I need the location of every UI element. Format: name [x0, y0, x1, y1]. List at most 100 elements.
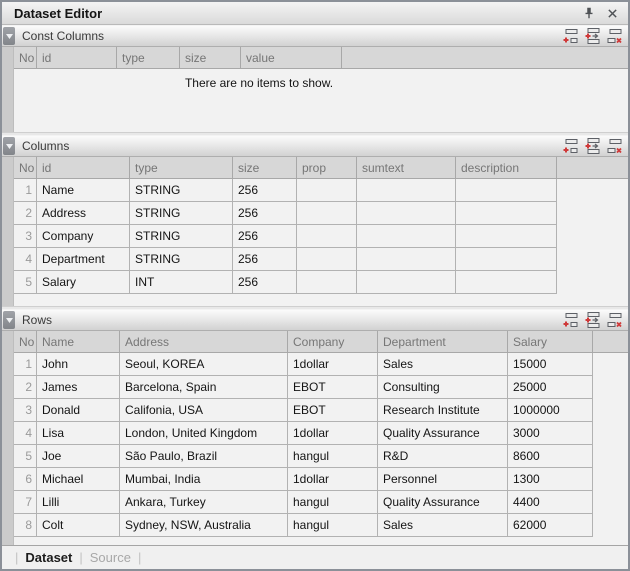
table-cell[interactable]: R&D [378, 445, 508, 468]
table-cell[interactable]: Quality Assurance [378, 422, 508, 445]
table-row[interactable]: 1JohnSeoul, KOREA1dollarSales15000 [14, 353, 628, 376]
table-cell[interactable]: Sales [378, 514, 508, 537]
table-cell[interactable]: hangul [288, 445, 378, 468]
table-cell[interactable]: Sydney, NSW, Australia [120, 514, 288, 537]
table-cell[interactable] [456, 271, 557, 294]
table-cell[interactable]: 15000 [508, 353, 593, 376]
table-row[interactable]: 6MichaelMumbai, India1dollarPersonnel130… [14, 468, 628, 491]
table-row[interactable]: 5JoeSão Paulo, BrazilhangulR&D8600 [14, 445, 628, 468]
table-cell[interactable] [297, 271, 357, 294]
delete-row-button[interactable] [605, 312, 623, 328]
insert-row-button[interactable] [583, 312, 601, 328]
table-cell[interactable] [357, 179, 456, 202]
row-number-cell[interactable]: 8 [14, 514, 37, 537]
table-row[interactable]: 8ColtSydney, NSW, AustraliahangulSales62… [14, 514, 628, 537]
row-number-cell[interactable]: 2 [14, 376, 37, 399]
insert-row-button[interactable] [583, 28, 601, 44]
column-header-id[interactable]: id [37, 157, 130, 179]
table-cell[interactable] [456, 225, 557, 248]
table-cell[interactable]: Consulting [378, 376, 508, 399]
table-cell[interactable]: STRING [130, 179, 233, 202]
row-number-cell[interactable]: 1 [14, 179, 37, 202]
table-cell[interactable]: São Paulo, Brazil [120, 445, 288, 468]
table-row[interactable]: 3CompanySTRING256 [14, 225, 628, 248]
table-row[interactable]: 5SalaryINT256 [14, 271, 628, 294]
table-cell[interactable]: 256 [233, 225, 297, 248]
table-cell[interactable]: 256 [233, 202, 297, 225]
table-cell[interactable] [357, 248, 456, 271]
table-cell[interactable]: Mumbai, India [120, 468, 288, 491]
collapse-section-button[interactable] [3, 311, 15, 329]
table-cell[interactable]: Ankara, Turkey [120, 491, 288, 514]
table-row[interactable]: 4LisaLondon, United Kingdom1dollarQualit… [14, 422, 628, 445]
column-header-type[interactable]: type [117, 47, 180, 69]
column-header-value[interactable]: value [241, 47, 342, 69]
table-row[interactable]: 2JamesBarcelona, SpainEBOTConsulting2500… [14, 376, 628, 399]
column-header-no[interactable]: No [14, 47, 37, 69]
row-number-cell[interactable]: 1 [14, 353, 37, 376]
table-cell[interactable]: 1000000 [508, 399, 593, 422]
row-number-cell[interactable]: 5 [14, 271, 37, 294]
tab-source[interactable]: Source [90, 550, 131, 565]
table-cell[interactable]: Lisa [37, 422, 120, 445]
table-cell[interactable]: 1dollar [288, 353, 378, 376]
column-header-no[interactable]: No [14, 157, 37, 179]
table-cell[interactable]: 25000 [508, 376, 593, 399]
table-cell[interactable]: STRING [130, 225, 233, 248]
table-cell[interactable] [357, 202, 456, 225]
table-cell[interactable]: Seoul, KOREA [120, 353, 288, 376]
row-number-cell[interactable]: 6 [14, 468, 37, 491]
table-cell[interactable] [456, 248, 557, 271]
table-cell[interactable]: 1300 [508, 468, 593, 491]
table-cell[interactable]: 4400 [508, 491, 593, 514]
table-row[interactable]: 2AddressSTRING256 [14, 202, 628, 225]
table-cell[interactable] [357, 271, 456, 294]
table-row[interactable]: 3DonaldCalifonia, USAEBOTResearch Instit… [14, 399, 628, 422]
table-cell[interactable]: Colt [37, 514, 120, 537]
column-header-department[interactable]: Department [378, 331, 508, 353]
pin-button[interactable] [581, 5, 597, 21]
table-cell[interactable] [297, 179, 357, 202]
add-row-button[interactable] [561, 312, 579, 328]
table-cell[interactable]: Salary [37, 271, 130, 294]
table-cell[interactable]: EBOT [288, 376, 378, 399]
table-cell[interactable]: hangul [288, 514, 378, 537]
delete-row-button[interactable] [605, 138, 623, 154]
column-header-salary[interactable]: Salary [508, 331, 593, 353]
table-cell[interactable]: Address [37, 202, 130, 225]
table-cell[interactable] [357, 225, 456, 248]
column-header-name[interactable]: Name [37, 331, 120, 353]
table-cell[interactable]: INT [130, 271, 233, 294]
row-number-cell[interactable]: 7 [14, 491, 37, 514]
add-row-button[interactable] [561, 28, 579, 44]
table-cell[interactable]: hangul [288, 491, 378, 514]
table-cell[interactable]: Donald [37, 399, 120, 422]
column-header-sumtext[interactable]: sumtext [357, 157, 456, 179]
table-cell[interactable]: 62000 [508, 514, 593, 537]
table-row[interactable]: 1NameSTRING256 [14, 179, 628, 202]
row-number-cell[interactable]: 4 [14, 248, 37, 271]
tab-dataset[interactable]: Dataset [25, 550, 72, 565]
row-number-cell[interactable]: 5 [14, 445, 37, 468]
row-number-cell[interactable]: 3 [14, 399, 37, 422]
column-header-address[interactable]: Address [120, 331, 288, 353]
table-cell[interactable]: 256 [233, 248, 297, 271]
row-number-cell[interactable]: 2 [14, 202, 37, 225]
table-cell[interactable] [456, 179, 557, 202]
table-cell[interactable]: 1dollar [288, 422, 378, 445]
table-cell[interactable]: 256 [233, 271, 297, 294]
table-cell[interactable]: London, United Kingdom [120, 422, 288, 445]
table-cell[interactable]: Quality Assurance [378, 491, 508, 514]
table-cell[interactable]: Michael [37, 468, 120, 491]
table-cell[interactable]: Sales [378, 353, 508, 376]
close-button[interactable] [604, 5, 620, 21]
table-cell[interactable]: 256 [233, 179, 297, 202]
table-cell[interactable] [297, 225, 357, 248]
table-cell[interactable]: Department [37, 248, 130, 271]
row-number-cell[interactable]: 3 [14, 225, 37, 248]
column-header-company[interactable]: Company [288, 331, 378, 353]
table-cell[interactable]: John [37, 353, 120, 376]
column-header-prop[interactable]: prop [297, 157, 357, 179]
table-cell[interactable]: 1dollar [288, 468, 378, 491]
column-header-size[interactable]: size [233, 157, 297, 179]
